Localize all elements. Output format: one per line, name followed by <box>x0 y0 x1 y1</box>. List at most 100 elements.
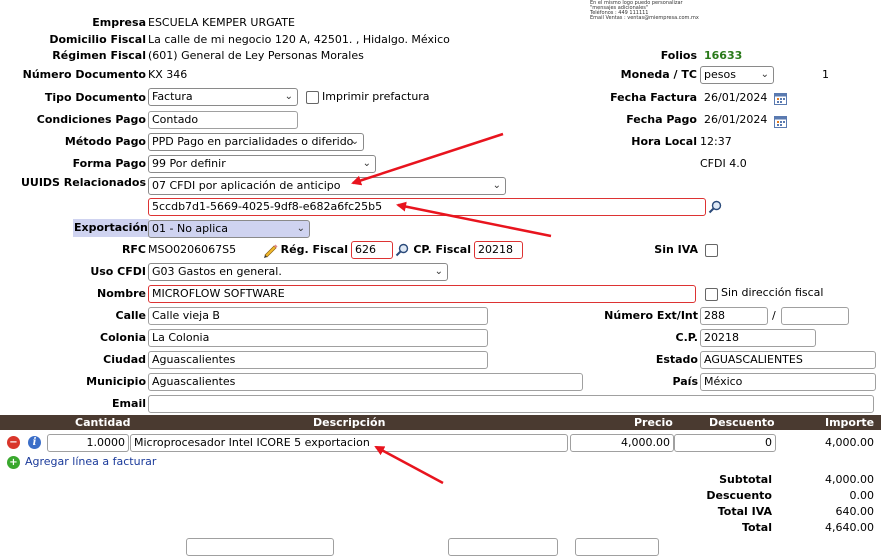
uuids-tipo-selected: 07 CFDI por aplicación de anticipo <box>152 179 341 192</box>
cp-input[interactable]: 20218 <box>700 329 816 347</box>
chevron-down-icon: ⌄ <box>284 91 293 102</box>
numero-ext-int-label: Número Ext/Int <box>604 309 698 322</box>
pais-input[interactable]: México <box>700 373 876 391</box>
col-importe: Importe <box>825 416 875 429</box>
moneda-selected: pesos <box>704 68 736 81</box>
moneda-label: Moneda / TC <box>620 68 697 81</box>
sin-iva-checkbox[interactable] <box>705 244 718 257</box>
ciudad-label: Ciudad <box>103 353 146 366</box>
email-input[interactable] <box>148 395 874 413</box>
forma-pago-selected: 99 Por definir <box>152 157 226 170</box>
calendar-icon[interactable] <box>774 92 787 105</box>
numero-ext-input[interactable]: 288 <box>700 307 768 325</box>
ciudad-input[interactable]: Aguascalientes <box>148 351 488 369</box>
hora-local-value: 12:37 <box>700 135 732 148</box>
metodo-pago-select[interactable]: PPD Pago en parcialidades o diferido ⌄ <box>148 133 364 151</box>
pais-label: País <box>672 375 698 388</box>
estado-label: Estado <box>655 353 698 366</box>
info-icon[interactable]: i <box>28 436 41 449</box>
sin-direccion-label: Sin dirección fiscal <box>721 286 824 299</box>
metodo-pago-selected: PPD Pago en parcialidades o diferido <box>152 135 354 148</box>
chevron-down-icon: ⌄ <box>362 158 371 169</box>
numero-documento-label: Número Documento <box>22 68 146 81</box>
metodo-pago-label: Método Pago <box>64 135 146 148</box>
condiciones-pago-label: Condiciones Pago <box>36 113 146 126</box>
row-cantidad-input[interactable]: 1.0000 <box>47 434 129 452</box>
cfdi-version: CFDI 4.0 <box>700 157 747 170</box>
calendar-icon[interactable] <box>774 115 787 128</box>
imprimir-prefactura-label: Imprimir prefactura <box>322 90 430 103</box>
imprimir-prefactura-checkbox[interactable] <box>306 91 319 104</box>
numero-int-input[interactable] <box>781 307 849 325</box>
nombre-input[interactable]: MICROFLOW SOFTWARE <box>148 285 696 303</box>
fecha-pago-label: Fecha Pago <box>626 113 697 126</box>
uso-cfdi-label: Uso CFDI <box>90 265 146 278</box>
empresa-label: Empresa <box>92 16 146 29</box>
colonia-input[interactable]: La Colonia <box>148 329 488 347</box>
regimen-emisor-label: Régimen Fiscal <box>52 49 146 62</box>
uuids-tipo-select[interactable]: 07 CFDI por aplicación de anticipo ⌄ <box>148 177 506 195</box>
chevron-down-icon: ⌄ <box>350 136 359 147</box>
items-grid-header: Cantidad Descripción Precio Descuento Im… <box>0 415 881 430</box>
empresa-value: ESCUELA KEMPER URGATE <box>148 16 295 29</box>
tipo-cambio-value: 1 <box>822 68 829 81</box>
col-descuento: Descuento <box>709 416 775 429</box>
numero-documento-value: KX 346 <box>148 68 188 81</box>
exportacion-label: Exportación <box>73 219 149 237</box>
remove-row-icon[interactable]: − <box>7 436 20 449</box>
estado-input[interactable]: AGUASCALIENTES <box>700 351 876 369</box>
row-descuento-input[interactable]: 0 <box>674 434 776 452</box>
uso-cfdi-selected: G03 Gastos en general. <box>152 265 282 278</box>
tipo-documento-label: Tipo Documento <box>44 91 146 104</box>
cp-fiscal-input[interactable]: 20218 <box>474 241 523 259</box>
rfc-label: RFC <box>121 243 146 256</box>
fecha-factura-label: Fecha Factura <box>610 91 697 104</box>
numero-separator: / <box>772 309 776 322</box>
hora-local-label: Hora Local <box>631 135 697 148</box>
regimen-receptor-input[interactable]: 626 <box>351 241 393 259</box>
pencil-icon[interactable] <box>262 242 278 258</box>
regimen-receptor-label: Rég. Fiscal <box>280 243 348 256</box>
arrow-descripcion <box>374 445 444 485</box>
col-precio: Precio <box>634 416 673 429</box>
letterhead-line-4: Email Ventas : ventas@miempresa.com.mx <box>590 15 699 21</box>
uuids-relacionados-label: UUIDS Relacionados <box>20 176 146 189</box>
chevron-down-icon: ⌄ <box>434 266 443 277</box>
total-label: Total <box>741 521 772 534</box>
regimen-emisor-value: (601) General de Ley Personas Morales <box>148 49 364 62</box>
municipio-input[interactable]: Aguascalientes <box>148 373 583 391</box>
col-cantidad: Cantidad <box>75 416 131 429</box>
exportacion-selected: 01 - No aplica <box>152 222 229 235</box>
municipio-label: Municipio <box>86 375 146 388</box>
forma-pago-label: Forma Pago <box>72 157 146 170</box>
moneda-select[interactable]: pesos ⌄ <box>700 66 774 84</box>
forma-pago-select[interactable]: 99 Por definir ⌄ <box>148 155 376 173</box>
calle-input[interactable]: Calle vieja B <box>148 307 488 325</box>
condiciones-pago-input[interactable]: Contado <box>148 111 298 129</box>
row-descripcion-input[interactable]: Microprocesador Intel ICORE 5 exportacio… <box>130 434 568 452</box>
cp-label: C.P. <box>675 331 698 344</box>
uso-cfdi-select[interactable]: G03 Gastos en general. ⌄ <box>148 263 448 281</box>
uuid-input[interactable]: 5ccdb7d1-5669-4025-9df8-e682a6fc25b5 <box>148 198 706 216</box>
add-line-link[interactable]: Agregar línea a facturar <box>25 453 156 471</box>
calle-label: Calle <box>115 309 147 322</box>
fecha-factura-value: 26/01/2024 <box>704 91 768 104</box>
search-icon[interactable] <box>395 243 409 257</box>
tipo-documento-selected: Factura <box>152 90 193 103</box>
tipo-documento-select[interactable]: Factura ⌄ <box>148 88 298 106</box>
add-line-icon[interactable]: + <box>7 456 20 469</box>
exportacion-select[interactable]: 01 - No aplica ⌄ <box>148 220 310 238</box>
sin-direccion-checkbox[interactable] <box>705 288 718 301</box>
row-importe: 4,000.00 <box>825 436 874 449</box>
sin-iva-label: Sin IVA <box>654 243 698 256</box>
row-precio-input[interactable]: 4,000.00 <box>570 434 674 452</box>
col-descripcion: Descripción <box>313 416 386 429</box>
fecha-pago-value: 26/01/2024 <box>704 113 768 126</box>
cp-fiscal-label: CP. Fiscal <box>413 243 471 256</box>
folios-label: Folios <box>660 49 697 62</box>
chevron-down-icon: ⌄ <box>760 69 769 80</box>
chevron-down-icon: ⌄ <box>296 223 305 234</box>
total-value: 4,640.00 <box>825 521 874 534</box>
search-icon[interactable] <box>708 200 722 214</box>
email-label: Email <box>112 397 146 410</box>
